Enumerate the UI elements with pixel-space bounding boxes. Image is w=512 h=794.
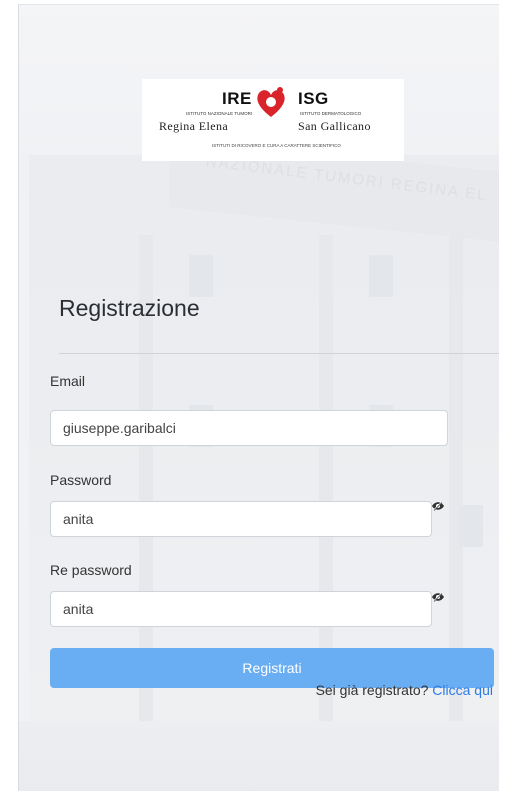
isg-subtitle: ISTITUTO DERMATOLOGICO <box>300 111 362 116</box>
repassword-field[interactable] <box>50 591 432 627</box>
eye-slash-icon[interactable] <box>431 501 445 511</box>
ire-name: Regina Elena <box>159 119 229 133</box>
password-field[interactable] <box>50 501 432 537</box>
login-prompt-text: Sei già registrato? <box>315 682 429 698</box>
login-panel: NAZIONALE TUMORI REGINA EL ISTITUTO NAZI… <box>18 4 499 791</box>
login-link[interactable]: Clicca qui <box>432 682 493 698</box>
ire-isg-logo: ISTITUTO NAZIONALE TUMORI IRE Regina Ele… <box>142 79 404 161</box>
repassword-label: Re password <box>50 562 132 578</box>
ire-acronym: IRE <box>222 89 252 108</box>
eye-slash-icon[interactable] <box>431 592 445 602</box>
logo-heart-icon <box>257 87 285 117</box>
password-label: Password <box>50 472 112 488</box>
isg-acronym: ISG <box>298 89 329 108</box>
title-divider <box>59 353 499 354</box>
email-label: Email <box>50 373 86 389</box>
page-title: Registrazione <box>59 295 200 321</box>
email-field[interactable] <box>50 410 448 446</box>
isg-name: San Gallicano <box>298 119 371 133</box>
logo-footer: ISTITUTI DI RICOVERO E CURA A CARATTERE … <box>212 143 341 148</box>
ire-subtitle: ISTITUTO NAZIONALE TUMORI <box>186 111 253 116</box>
login-prompt: Sei già registrato? Clicca qui <box>316 682 493 698</box>
